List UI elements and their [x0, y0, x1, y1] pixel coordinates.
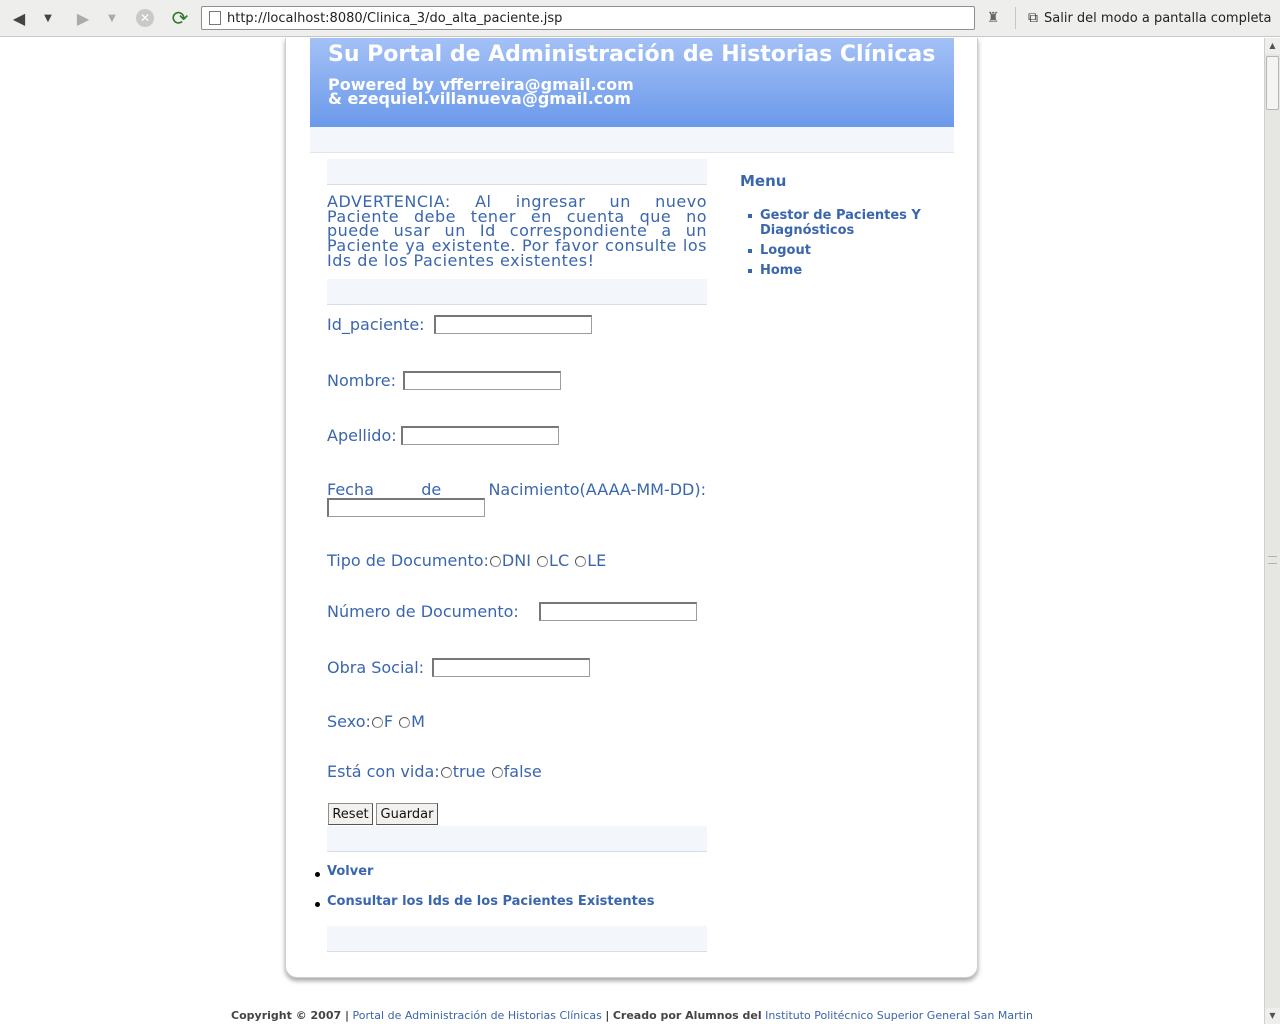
numero-documento-label: Número de Documento:: [327, 602, 519, 621]
menu-bullet-icon: [748, 269, 752, 273]
exit-fullscreen-button[interactable]: ⧉ Salir del modo a pantalla completa: [1028, 6, 1272, 30]
scrollbar-grip: [1268, 556, 1277, 564]
radio-sexo-f[interactable]: [371, 717, 383, 728]
back-arrow-icon[interactable]: ◀: [6, 6, 32, 30]
consultar-ids-link-text[interactable]: Consultar los Ids de los Pacientes Exist…: [327, 894, 654, 909]
menu-list: Gestor de Pacientes Y Diagnósticos Logou…: [748, 208, 948, 283]
content-band-form-top: [327, 279, 707, 305]
footer-institute-link[interactable]: Instituto Politécnico Superior General S…: [765, 1009, 1033, 1022]
footer-copyright: Copyright © 2007 |: [231, 1009, 349, 1022]
exit-fullscreen-label: Salir del modo a pantalla completa: [1044, 10, 1272, 26]
toolbar-separator: [1015, 7, 1016, 29]
fecha-nacimiento-label: Fecha de Nacimiento(AAAA-MM-DD):: [327, 480, 706, 499]
menu-item-logout[interactable]: Logout: [748, 243, 948, 258]
menu-item-gestor[interactable]: Gestor de Pacientes Y Diagnósticos: [748, 208, 948, 238]
reload-icon[interactable]: ⟳: [167, 6, 193, 30]
address-url[interactable]: http://localhost:8080/Clinica_3/do_alta_…: [227, 11, 562, 26]
fecha-nacimiento-input[interactable]: [327, 498, 485, 517]
site-header: Su Portal de Administración de Historias…: [310, 38, 954, 127]
guardar-button[interactable]: Guardar: [376, 803, 438, 825]
radio-sexo-m[interactable]: [399, 717, 411, 728]
address-bar[interactable]: http://localhost:8080/Clinica_3/do_alta_…: [201, 6, 975, 30]
scrollbar-thumb[interactable]: [1266, 56, 1279, 110]
bullet-icon: [315, 902, 320, 907]
obra-social-label: Obra Social:: [327, 658, 425, 677]
menu-item-gestor-label[interactable]: Gestor de Pacientes Y Diagnósticos: [760, 208, 921, 238]
powered-by-line-2: & ezequiel.villanueva@gmail.com: [328, 89, 631, 108]
content-band-form-bottom: [327, 826, 707, 852]
radio-sexo-f-label: F: [383, 712, 394, 731]
tipo-documento-label: Tipo de Documento:: [327, 551, 489, 570]
footer: Copyright © 2007 | Portal de Administrac…: [0, 1009, 1264, 1022]
footer-separator: |: [605, 1009, 610, 1022]
content-band-bottom: [327, 926, 707, 952]
exit-fullscreen-icon: ⧉: [1028, 10, 1038, 26]
forward-history-dropdown-icon[interactable]: ▼: [104, 6, 120, 30]
footer-created-by: Creado por Alumnos del: [612, 1009, 762, 1022]
con-vida-label: Está con vida:: [327, 762, 440, 781]
id-paciente-label: Id_paciente:: [327, 315, 425, 334]
browser-toolbar: ◀ ▼ ▶ ▼ ✕ ⟳ http://localhost:8080/Clinic…: [0, 0, 1280, 37]
radio-vida-false-label: false: [503, 762, 542, 781]
apellido-input[interactable]: [401, 426, 559, 445]
bullet-icon: [315, 872, 320, 877]
menu-title: Menu: [740, 172, 787, 190]
menu-item-home-label[interactable]: Home: [760, 263, 802, 278]
menu-bullet-icon: [748, 249, 752, 253]
radio-vida-true-label: true: [452, 762, 486, 781]
content-band-top: [327, 159, 707, 185]
sexo-group: Sexo: F M: [327, 712, 425, 731]
menu-bullet-icon: [748, 214, 752, 218]
header-subbar: [310, 127, 954, 153]
radio-vida-true[interactable]: [440, 767, 452, 778]
id-paciente-input[interactable]: [434, 315, 592, 334]
warning-text: ADVERTENCIA: Al ingresar un nuevo Pacien…: [327, 192, 707, 270]
powered-by: Powered by vfferreira@gmail.com & ezequi…: [328, 77, 634, 108]
reset-button[interactable]: Reset: [328, 803, 373, 825]
con-vida-group: Está con vida: true false: [327, 762, 542, 781]
vertical-scrollbar[interactable]: ▲ ▼: [1264, 38, 1280, 1024]
nombre-input[interactable]: [403, 371, 561, 390]
obra-social-input[interactable]: [432, 658, 590, 677]
page-icon: [209, 11, 221, 25]
footer-portal-link[interactable]: Portal de Administración de Historias Cl…: [353, 1009, 602, 1022]
radio-dni-label: DNI: [501, 551, 531, 570]
site-title: Su Portal de Administración de Historias…: [328, 42, 936, 67]
radio-lc-label: LC: [549, 551, 570, 570]
tipo-documento-group: Tipo de Documento: DNI LC LE: [327, 551, 606, 570]
nombre-label: Nombre:: [327, 371, 396, 390]
scroll-up-arrow-icon[interactable]: ▲: [1265, 38, 1280, 54]
forward-arrow-icon[interactable]: ▶: [70, 6, 96, 30]
volver-link-text[interactable]: Volver: [327, 864, 373, 879]
menu-item-logout-label[interactable]: Logout: [760, 243, 811, 258]
stop-icon[interactable]: ✕: [133, 6, 157, 30]
radio-le[interactable]: [575, 556, 587, 567]
radio-lc[interactable]: [537, 556, 549, 567]
menu-item-home[interactable]: Home: [748, 263, 948, 278]
radio-le-label: LE: [587, 551, 607, 570]
greasemonkey-icon[interactable]: ♜: [983, 6, 1003, 30]
apellido-label: Apellido:: [327, 426, 397, 445]
radio-dni[interactable]: [489, 556, 501, 567]
radio-sexo-m-label: M: [411, 712, 425, 731]
radio-vida-false[interactable]: [491, 767, 503, 778]
sexo-label: Sexo:: [327, 712, 371, 731]
numero-documento-input[interactable]: [539, 602, 697, 621]
back-history-dropdown-icon[interactable]: ▼: [40, 6, 56, 30]
scroll-down-arrow-icon[interactable]: ▼: [1265, 1008, 1280, 1024]
